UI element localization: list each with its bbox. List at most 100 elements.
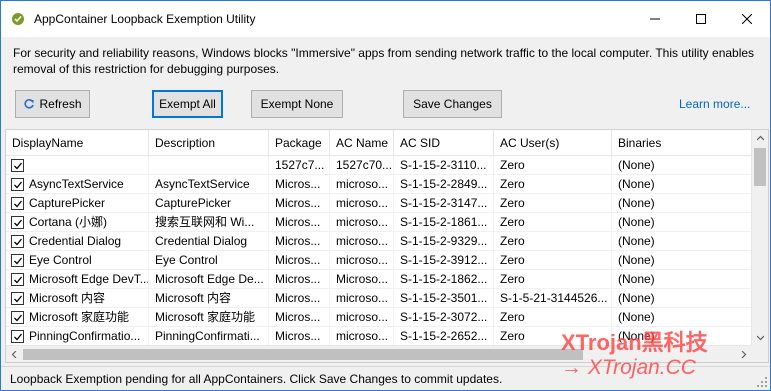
column-header[interactable]: Description (149, 130, 269, 156)
column-header[interactable]: AC User(s) (494, 130, 612, 156)
checkbox-checked-icon (13, 200, 22, 207)
app-icon (12, 13, 24, 25)
scroll-up-icon[interactable] (752, 130, 768, 147)
table-cell: Micros... (269, 270, 330, 289)
cell-text: Cortana (小娜) (29, 215, 108, 229)
table-cell: Zero (494, 251, 612, 270)
table-cell: Microsoft Edge De... (149, 270, 269, 289)
column-header[interactable]: Binaries (612, 130, 752, 156)
table-cell: S-1-15-2-3072... (394, 308, 494, 327)
table-cell: microso... (330, 251, 394, 270)
save-changes-label: Save Changes (413, 97, 492, 111)
exempt-checkbox[interactable] (11, 197, 24, 210)
table-cell: Zero (494, 232, 612, 251)
table-cell: Credential Dialog (149, 232, 269, 251)
close-icon (742, 14, 752, 24)
minimize-button[interactable] (632, 1, 678, 37)
exempt-checkbox[interactable] (11, 311, 24, 324)
checkbox-checked-icon (13, 219, 22, 226)
table-cell (149, 156, 269, 175)
table-body: 1527c7... 1527c70... S-1-15-2-3110... Zero(… (6, 156, 752, 346)
scrollbar-corner (751, 345, 768, 362)
table-cell: 1527c7... (269, 156, 330, 175)
maximize-button[interactable] (678, 1, 724, 37)
cell-text: Microsoft Edge DevT... (29, 272, 149, 286)
learn-more-link[interactable]: Learn more... (679, 97, 750, 111)
display-name-cell (6, 156, 149, 175)
app-window: AppContainer Loopback Exemption Utility … (0, 0, 771, 391)
cell-text: Credential Dialog (29, 234, 122, 248)
table-cell: (None) (612, 194, 752, 213)
table-cell: S-1-15-2-3147... (394, 194, 494, 213)
exempt-checkbox[interactable] (11, 330, 24, 343)
table-cell: S-1-15-2-2652... (394, 327, 494, 346)
table-cell: microso... (330, 289, 394, 308)
display-name-cell: Microsoft 家庭功能 (6, 308, 149, 327)
display-name-cell: AsyncTextService (6, 175, 149, 194)
exempt-checkbox[interactable] (11, 178, 24, 191)
column-header[interactable]: DisplayName (6, 130, 149, 156)
exempt-checkbox[interactable] (11, 235, 24, 248)
table-row[interactable]: Eye Control Eye Control Micros... microso..… (6, 251, 752, 270)
watermark-line-2: → XTrojan.CC (561, 356, 696, 379)
description-text: For security and reliability reasons, Wi… (13, 46, 755, 76)
table-cell: S-1-5-21-3144526... (494, 289, 612, 308)
exempt-none-button[interactable]: Exempt None (251, 90, 343, 118)
exempt-checkbox[interactable] (11, 254, 24, 267)
checkbox-checked-icon (13, 238, 22, 245)
table-row[interactable]: Credential Dialog Credential Dialog Micros… (6, 232, 752, 251)
table-cell: Micros... (269, 251, 330, 270)
exempt-all-label: Exempt All (159, 97, 216, 111)
table-cell: Microsoft 内容 (149, 289, 269, 308)
table-cell: microso... (330, 308, 394, 327)
window-title: AppContainer Loopback Exemption Utility (34, 12, 256, 26)
table-cell: Micros... (269, 194, 330, 213)
scroll-left-icon[interactable] (6, 346, 23, 362)
table-cell: Micros... (269, 308, 330, 327)
column-header[interactable]: AC SID (394, 130, 494, 156)
table-cell: CapturePicker (149, 194, 269, 213)
exempt-checkbox[interactable] (11, 159, 24, 172)
vertical-scrollbar[interactable] (751, 130, 768, 346)
table-cell: Micros... (269, 289, 330, 308)
table-cell: Zero (494, 175, 612, 194)
exempt-checkbox[interactable] (11, 273, 24, 286)
table-cell: (None) (612, 213, 752, 232)
table-row[interactable]: 1527c7... 1527c70... S-1-15-2-3110... Zero(… (6, 156, 752, 175)
column-header[interactable]: AC Name (330, 130, 394, 156)
checkbox-checked-icon (13, 162, 22, 169)
exempt-checkbox[interactable] (11, 292, 24, 305)
table-cell: S-1-15-2-3912... (394, 251, 494, 270)
refresh-button[interactable]: Refresh (15, 90, 90, 118)
display-name-cell: Eye Control (6, 251, 149, 270)
exempt-checkbox[interactable] (11, 216, 24, 229)
scroll-right-icon[interactable] (735, 346, 752, 362)
table-cell: S-1-15-2-3501... (394, 289, 494, 308)
table-cell: S-1-15-2-9329... (394, 232, 494, 251)
exempt-all-button[interactable]: Exempt All (152, 90, 223, 118)
table-cell: Microso... (330, 270, 394, 289)
table-cell: S-1-15-2-3110... (394, 156, 494, 175)
table-cell: (None) (612, 251, 752, 270)
table-row[interactable]: CapturePicker CapturePicker Micros... micro… (6, 194, 752, 213)
table-cell: Microsoft 家庭功能 (149, 308, 269, 327)
table-row[interactable]: AsyncTextService AsyncTextService Micros..… (6, 175, 752, 194)
scroll-down-icon[interactable] (752, 329, 768, 346)
table-cell: (None) (612, 270, 752, 289)
table-cell: Zero (494, 213, 612, 232)
table-row[interactable]: Cortana (小娜) 搜索互联网和 Wi... Micros... microso… (6, 213, 752, 232)
vertical-scroll-thumb[interactable] (754, 148, 766, 186)
cell-text: AsyncTextService (29, 177, 124, 191)
horizontal-scroll-thumb[interactable] (23, 349, 583, 360)
maximize-icon (696, 14, 706, 24)
table-row[interactable]: Microsoft 内容 Microsoft 内容 Micros... microso… (6, 289, 752, 308)
column-header[interactable]: Package (269, 130, 330, 156)
save-changes-button[interactable]: Save Changes (403, 90, 502, 118)
table-header: DisplayName Description Package AC Name AC S… (6, 130, 752, 156)
close-button[interactable] (724, 1, 770, 37)
table-cell: microso... (330, 175, 394, 194)
table-row[interactable]: Microsoft Edge DevT... Microsoft Edge De.… (6, 270, 752, 289)
resize-grip-icon[interactable] (756, 376, 767, 387)
cell-text: PinningConfirmatio... (29, 329, 141, 343)
table-cell: (None) (612, 289, 752, 308)
